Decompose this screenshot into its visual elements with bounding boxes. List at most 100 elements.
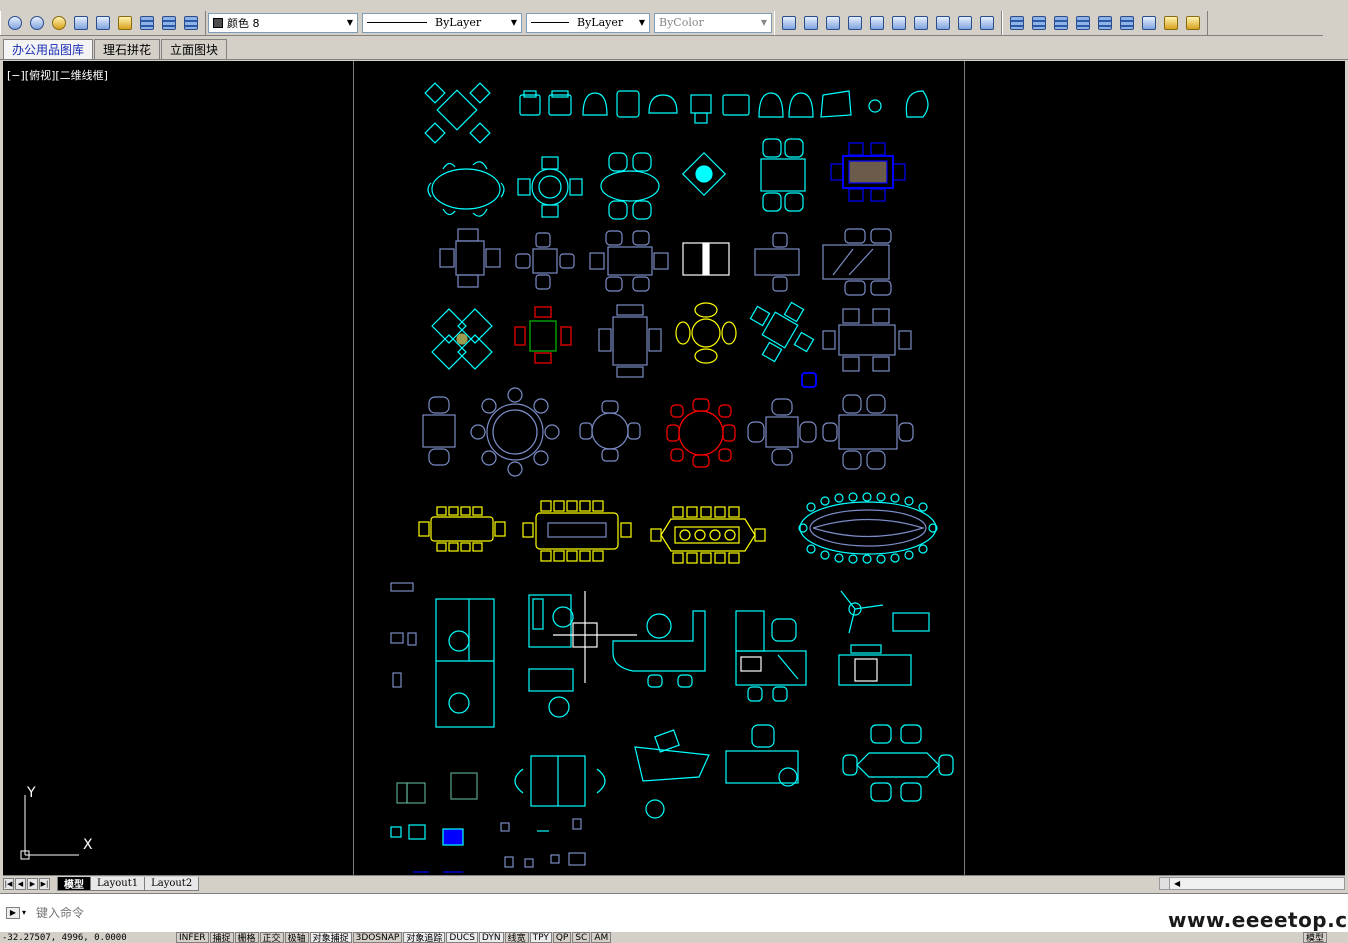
watermark-text: www.eeeetop.com [1168, 908, 1348, 932]
tab-marble-mosaic[interactable]: 理石拼花 [94, 39, 161, 59]
furniture-small-icons [390, 772, 586, 873]
layer-freeze-icon[interactable] [71, 13, 91, 33]
layer-change-icon[interactable] [1029, 13, 1049, 33]
command-line: ▶ ▾ [0, 893, 1348, 931]
chevron-down-icon[interactable]: ▼ [507, 14, 521, 32]
furniture-row-2 [427, 138, 806, 220]
toolbar-overflow [1323, 10, 1348, 36]
status-right-group: 模型 [1302, 932, 1328, 943]
status-ortho[interactable]: 正交 [259, 932, 284, 943]
tab-office-library[interactable]: 办公用品图库 [3, 39, 94, 59]
status-qp[interactable]: QP [552, 932, 572, 943]
layer-walk2-icon[interactable] [1095, 13, 1115, 33]
color-control-value: 颜色 8 [227, 16, 260, 30]
status-lwt[interactable]: 线宽 [504, 932, 529, 943]
command-input[interactable] [36, 905, 337, 920]
furniture-lounge [838, 590, 930, 686]
color-control-dropdown[interactable]: 颜色 8 ▼ [208, 12, 358, 33]
furniture-meeting-tables [418, 500, 766, 564]
lineweight-control-value: ByLayer [577, 16, 624, 29]
scroll-left-icon[interactable]: ◀ [1174, 879, 1180, 888]
layer-copy-icon[interactable] [1073, 13, 1093, 33]
next-tab-icon[interactable]: ▶ [27, 877, 38, 890]
status-grid[interactable]: 栅格 [234, 932, 259, 943]
layer-current-icon[interactable] [1051, 13, 1071, 33]
layer-delete-icon[interactable] [1183, 13, 1203, 33]
status-infer[interactable]: INFER [176, 932, 209, 943]
furniture-oval-conference [798, 492, 938, 564]
ole-object-icon[interactable] [911, 13, 931, 33]
furniture-bottom-section [514, 724, 954, 819]
last-tab-icon[interactable]: ▶| [39, 877, 50, 890]
layer-isolate-icon[interactable] [93, 13, 113, 33]
tab-model[interactable]: 模型 [57, 876, 91, 891]
status-tpy[interactable]: TPY [529, 932, 552, 943]
ucs-x-label: X [83, 837, 93, 853]
chevron-down-icon[interactable]: ▼ [635, 14, 649, 32]
image-reference-icon[interactable] [889, 13, 909, 33]
dwf-reference-icon[interactable] [823, 13, 843, 33]
layer-previous-icon[interactable] [27, 13, 47, 33]
autocad-window: 颜色 8 ▼ ByLayer ▼ ByLayer ▼ ByColor ▼ 办公用… [0, 0, 1348, 943]
chevron-down-icon[interactable]: ▼ [757, 14, 771, 32]
tab-elevation-blocks[interactable]: 立面图块 [161, 39, 228, 59]
scrollbar-thumb[interactable] [1160, 878, 1170, 889]
furniture-workstations [390, 582, 807, 728]
xref-icon[interactable] [933, 13, 953, 33]
status-ducs[interactable]: DUCS [446, 932, 478, 943]
layer-walk-icon[interactable] [181, 13, 201, 33]
layer-match-icon[interactable] [1007, 13, 1027, 33]
prev-tab-icon[interactable]: ◀ [15, 877, 26, 890]
attribute-icon[interactable] [977, 13, 997, 33]
furniture-row-5 [422, 387, 914, 477]
lineweight-control-dropdown[interactable]: ByLayer ▼ [526, 12, 650, 33]
drawing-viewport[interactable]: [−][俯视][二维线框] Y X [3, 61, 1345, 875]
top-toolbar-row-clipped [0, 0, 1348, 8]
status-am[interactable]: AM [591, 932, 612, 943]
furniture-row-4 [431, 301, 912, 388]
status-osnap[interactable]: 对象捕捉 [309, 932, 352, 943]
layer-unlock-icon[interactable] [1161, 13, 1181, 33]
plotstyle-control-dropdown[interactable]: ByColor ▼ [654, 12, 772, 33]
cad-drawing-canvas[interactable] [3, 61, 1345, 875]
furniture-blue-table [830, 142, 906, 202]
layer-stack-icon[interactable] [137, 13, 157, 33]
status-sc[interactable]: SC [572, 932, 591, 943]
cursor-coordinates: -32.27507, 4996, 0.0000 [2, 932, 127, 943]
dgn-reference-icon[interactable] [845, 13, 865, 33]
block-insert-icon[interactable] [779, 13, 799, 33]
layout-tab-bar: |◀ ◀ ▶ ▶| 模型 Layout1 Layout2 ◀ [3, 875, 1345, 891]
status-polar[interactable]: 极轴 [284, 932, 309, 943]
tab-layout2[interactable]: Layout2 [144, 876, 200, 891]
tab-layout1[interactable]: Layout1 [90, 876, 146, 891]
furniture-row-1 [424, 82, 929, 144]
pdf-reference-icon[interactable] [867, 13, 887, 33]
insert-tools-group [774, 10, 1002, 35]
layer-properties-icon[interactable] [5, 13, 25, 33]
chevron-down-icon[interactable]: ▾ [22, 908, 26, 917]
dwg-reference-icon[interactable] [801, 13, 821, 33]
layer-off-icon[interactable] [1117, 13, 1137, 33]
status-dyn[interactable]: DYN [478, 932, 504, 943]
layer-thaw-icon[interactable] [1139, 13, 1159, 33]
properties-toolbar: 颜色 8 ▼ ByLayer ▼ ByLayer ▼ ByColor ▼ [0, 10, 1348, 36]
linetype-control-value: ByLayer [435, 16, 482, 29]
linetype-control-dropdown[interactable]: ByLayer ▼ [362, 12, 522, 33]
layer-lock-icon[interactable] [115, 13, 135, 33]
ucs-y-label: Y [27, 785, 36, 801]
horizontal-scrollbar[interactable]: ◀ [1159, 877, 1345, 890]
tool-palette-tabs: 办公用品图库 理石拼花 立面图块 [0, 38, 1348, 60]
first-tab-icon[interactable]: |◀ [3, 877, 14, 890]
status-snap[interactable]: 捕捉 [209, 932, 234, 943]
status-model-button[interactable]: 模型 [1302, 932, 1327, 943]
status-3dosnap[interactable]: 3DOSNAP [352, 932, 403, 943]
command-history-icon[interactable]: ▶ [6, 906, 20, 919]
hyperlink-icon[interactable] [955, 13, 975, 33]
chevron-down-icon[interactable]: ▼ [343, 14, 357, 32]
color-swatch [213, 17, 223, 28]
layer-tools-group [0, 10, 206, 35]
status-otrack[interactable]: 对象追踪 [403, 932, 446, 943]
plotstyle-control-value: ByColor [659, 16, 704, 29]
layer-on-icon[interactable] [49, 13, 69, 33]
layer-merge-icon[interactable] [159, 13, 179, 33]
